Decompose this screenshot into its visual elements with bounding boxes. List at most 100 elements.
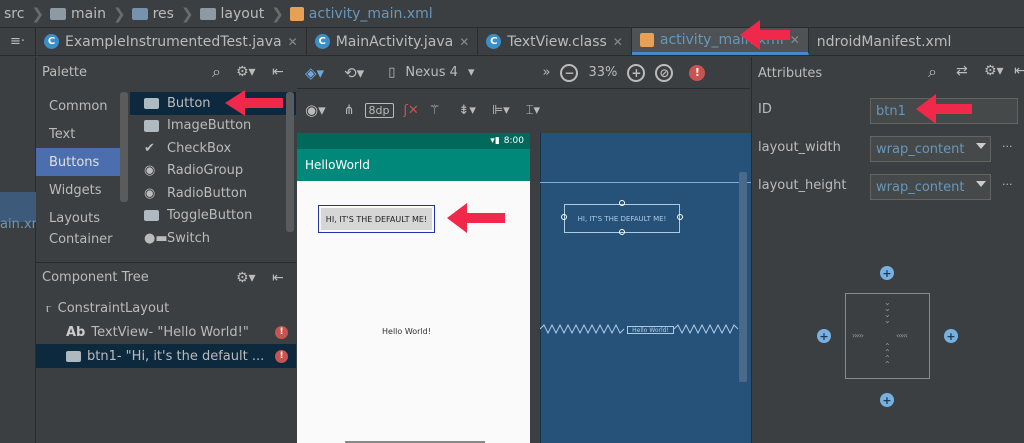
palette-item-switch[interactable]: ●▬ Switch xyxy=(130,227,296,250)
palette-header: Palette ⌕ ⚙▾ ⇤ xyxy=(36,57,296,87)
breadcrumb-res[interactable]: res ❯ xyxy=(131,5,194,23)
radio-icon: ◉ xyxy=(144,185,156,201)
magnet-icon[interactable]: ⋔ xyxy=(344,103,355,118)
add-constraint-left-icon[interactable]: + xyxy=(817,329,831,343)
more-icon[interactable]: ··· xyxy=(1002,140,1013,153)
hide-panel-icon[interactable]: ⇤ xyxy=(1014,63,1024,79)
tree-row-textview[interactable]: Ab TextView- "Hello World!" ! xyxy=(36,320,296,344)
device-icon[interactable]: ▯ xyxy=(388,65,395,80)
constraint-handle-left[interactable] xyxy=(561,214,567,220)
layout-toolbar: ◉▾ ⋔ 8dp ʃ✕ ⚚ ⇟▾ ⊫▾ ⌶▾ xyxy=(297,90,750,130)
breadcrumb-src[interactable]: src ❯ xyxy=(4,5,44,23)
tab-main-activity[interactable]: C MainActivity.java ✕ xyxy=(307,28,479,55)
constraint-handle-bottom[interactable] xyxy=(619,229,625,235)
tree-row-btn1[interactable]: btn1- "Hi, it's the default ... ! xyxy=(36,344,296,368)
error-icon[interactable]: ! xyxy=(275,349,288,363)
more-icon[interactable]: ··· xyxy=(1002,178,1013,191)
clear-constraints-icon[interactable]: ʃ✕ xyxy=(404,103,419,118)
error-icon[interactable]: ! xyxy=(275,325,288,339)
editor-tabs: ≡· C ExampleInstrumentedTest.java ✕ C MainA… xyxy=(0,28,1024,56)
align-icon[interactable]: ⊫▾ xyxy=(492,103,510,118)
layout-height-select[interactable]: wrap_content xyxy=(870,174,991,200)
gear-icon[interactable]: ⚙▾ xyxy=(984,63,1004,79)
layers-icon[interactable]: ◈▾ xyxy=(305,64,324,82)
canvas-scrollbar[interactable] xyxy=(739,172,747,382)
folder-icon xyxy=(50,7,67,20)
layout-xml-icon xyxy=(289,6,304,21)
preview-button-label: HI, IT'S THE DEFAULT ME! xyxy=(321,208,432,230)
gear-icon[interactable]: ⚙▾ xyxy=(236,270,256,286)
palette-category-layouts[interactable]: Layouts xyxy=(36,204,128,232)
orientation-icon[interactable]: ⟲▾ xyxy=(344,64,364,82)
pack-icon[interactable]: ⇟▾ xyxy=(458,103,475,118)
palette-item-togglebutton[interactable]: ToggleButton xyxy=(130,205,296,228)
palette-scrollbar[interactable] xyxy=(120,92,128,202)
constraint-handle-right[interactable] xyxy=(677,214,683,220)
constraint-handle-top[interactable] xyxy=(619,200,625,206)
attributes-title: Attributes xyxy=(758,65,823,81)
app-bar: HelloWorld xyxy=(297,149,530,181)
switch-icon: ●▬ xyxy=(144,230,168,246)
palette-category-container[interactable]: Container xyxy=(36,232,128,246)
chevron-down-icon xyxy=(976,181,986,187)
search-icon[interactable]: ⌕ xyxy=(928,62,937,82)
guidelines-icon[interactable]: ⌶▾ xyxy=(526,103,540,118)
device-selector[interactable]: Nexus 4 xyxy=(405,65,458,80)
tab-example-instrumented-test[interactable]: C ExampleInstrumentedTest.java ✕ xyxy=(36,28,307,55)
chevron-right-icon: ››››› xyxy=(852,331,864,340)
close-icon[interactable]: ✕ xyxy=(459,35,469,49)
preview-button-btn1[interactable]: HI, IT'S THE DEFAULT ME! xyxy=(318,205,435,233)
button-icon xyxy=(66,350,81,362)
add-constraint-top-icon[interactable]: + xyxy=(880,266,894,280)
zoom-fit-icon[interactable]: ⊘ xyxy=(655,63,674,82)
palette-category-common[interactable]: Common xyxy=(36,92,128,120)
add-constraint-right-icon[interactable]: + xyxy=(944,329,958,343)
palette-category-widgets[interactable]: Widgets xyxy=(36,176,128,204)
wifi-battery-icon: ▾▮ xyxy=(490,136,500,146)
tree-row-constraintlayout[interactable]: ⲅ ConstraintLayout xyxy=(36,296,296,320)
id-label: ID xyxy=(758,102,772,117)
gear-icon[interactable]: ⚙▾ xyxy=(236,64,256,80)
zoom-out-icon[interactable]: − xyxy=(560,63,579,82)
design-toolbar: ◈▾ ⟲▾ ▯ Nexus 4 ▾ » − 33% + ⊘ ! xyxy=(297,57,750,89)
overflow-icon[interactable]: » xyxy=(542,65,550,80)
swap-icon[interactable]: ⇄ xyxy=(956,63,968,79)
layout-width-select[interactable]: wrap_content xyxy=(870,136,991,162)
close-icon[interactable]: ✕ xyxy=(288,35,298,49)
palette-items-scrollbar[interactable] xyxy=(286,92,294,232)
palette-item-checkbox[interactable]: ✔ CheckBox xyxy=(130,137,296,160)
annotation-arrow-preview xyxy=(447,203,505,233)
folder-icon xyxy=(199,7,216,20)
chevron-down-icon: ⌄ ⌄ ⌄ ⌄ xyxy=(884,298,891,325)
eye-icon[interactable]: ◉▾ xyxy=(305,101,326,119)
palette-category-buttons[interactable]: Buttons xyxy=(36,148,128,176)
default-margin[interactable]: 8dp xyxy=(364,102,394,118)
left-tool-strip: ain.xm xyxy=(0,57,44,443)
error-icon[interactable]: ! xyxy=(689,64,706,81)
zoom-in-icon[interactable]: + xyxy=(627,63,646,82)
palette-item-radiogroup[interactable]: ◉ RadioGroup xyxy=(130,160,296,183)
palette-item-radiobutton[interactable]: ◉ RadioButton xyxy=(130,182,296,205)
search-icon[interactable]: ⌕ xyxy=(212,62,221,82)
hide-panel-icon[interactable]: ⇤ xyxy=(272,270,284,286)
chevron-up-icon: ⌃ ⌃ ⌃ ⌃ xyxy=(884,342,891,369)
chevron-down-icon[interactable]: ▾ xyxy=(468,65,475,80)
breadcrumb-layout[interactable]: layout ❯ xyxy=(199,5,284,23)
annotation-arrow-tab xyxy=(740,20,790,50)
sidebar-toggle-icon[interactable]: ≡· xyxy=(0,28,36,55)
folder-icon xyxy=(131,7,148,20)
palette-category-text[interactable]: Text xyxy=(36,120,128,148)
breadcrumb-file[interactable]: activity_main.xml xyxy=(289,6,433,22)
hide-panel-icon[interactable]: ⇤ xyxy=(272,64,284,80)
tab-textview-class[interactable]: C TextView.class ✕ xyxy=(478,28,632,55)
image-button-icon xyxy=(144,119,159,132)
blueprint-hello-text[interactable]: Hello World! xyxy=(627,326,674,334)
breadcrumb-main[interactable]: main ❯ xyxy=(50,5,126,23)
tab-android-manifest[interactable]: ndroidManifest.xml xyxy=(809,28,960,55)
layout-xml-icon xyxy=(639,33,654,47)
preview-hello-text[interactable]: Hello World! xyxy=(382,327,431,336)
add-constraint-bottom-icon[interactable]: + xyxy=(880,393,894,407)
layout-width-label: layout_width xyxy=(758,140,841,155)
magic-wand-icon[interactable]: ⚚ xyxy=(429,103,441,118)
close-icon[interactable]: ✕ xyxy=(613,35,623,49)
